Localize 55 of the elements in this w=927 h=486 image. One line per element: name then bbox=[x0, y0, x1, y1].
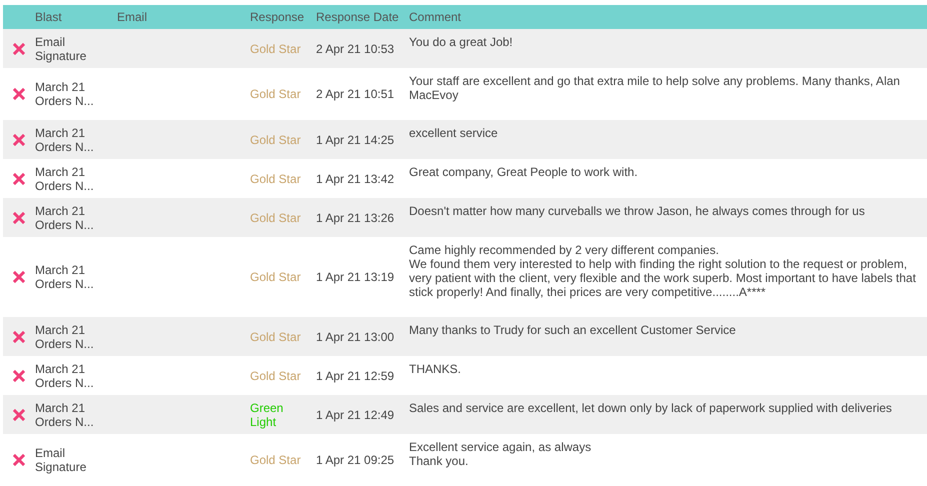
delete-icon[interactable] bbox=[13, 88, 25, 100]
column-header: Response Date bbox=[316, 10, 400, 24]
table-cell-text: March 21 Orders N... bbox=[35, 80, 95, 108]
column-header: Comment bbox=[409, 10, 462, 24]
response-label: Gold Star bbox=[250, 368, 302, 382]
table-cell-text: 1 Apr 21 13:00 bbox=[316, 330, 396, 344]
table-cell-text: March 21 Orders N... bbox=[35, 204, 95, 232]
table-cell-text: March 21 Orders N... bbox=[35, 362, 95, 390]
table-cell-text: 1 Apr 21 12:59 bbox=[316, 368, 396, 382]
response-label: Gold Star bbox=[250, 330, 302, 344]
response-label: Gold Star bbox=[250, 87, 302, 101]
response-label: Gold Star bbox=[250, 42, 302, 56]
table-cell-text: March 21 Orders N... bbox=[35, 322, 95, 350]
table-cell-text: 1 Apr 21 14:25 bbox=[316, 132, 396, 146]
comment-text: Sales and service are excellent, let down only by lack of paperwork supplied with deliveries bbox=[409, 400, 893, 417]
table-cell-text: 2 Apr 21 10:53 bbox=[316, 42, 396, 56]
delete-icon[interactable] bbox=[13, 454, 25, 466]
table-cell-text: March 21 Orders N... bbox=[35, 164, 95, 192]
table-cell-text: 1 Apr 21 13:26 bbox=[316, 210, 396, 224]
table-cell-text: 2 Apr 21 10:51 bbox=[316, 87, 396, 101]
delete-icon[interactable] bbox=[13, 134, 25, 146]
response-label: Gold Star bbox=[250, 132, 302, 146]
table-cell-text: Email Signature bbox=[35, 446, 88, 474]
comment-text: You do a great Job! bbox=[409, 34, 514, 51]
comment-text: excellent service bbox=[409, 125, 499, 142]
comment-text: Many thanks to Trudy for such an excellent Customer Service bbox=[409, 322, 737, 339]
table-cell-text: Email Signature bbox=[35, 34, 88, 62]
delete-icon[interactable] bbox=[13, 42, 25, 54]
table-cell-text: 1 Apr 21 13:19 bbox=[316, 270, 396, 284]
delete-icon[interactable] bbox=[13, 271, 25, 283]
response-label: Gold Star bbox=[250, 270, 302, 284]
response-label: Gold Star bbox=[250, 172, 302, 186]
delete-icon[interactable] bbox=[13, 212, 25, 224]
comment-text: Your staff are excellent and go that extra mile to help solve any problems. Many thanks, Alan MacEvoy bbox=[409, 73, 901, 104]
response-label: Gold Star bbox=[250, 210, 302, 224]
table-cell-text: March 21 Orders N... bbox=[35, 126, 95, 154]
delete-icon[interactable] bbox=[13, 408, 25, 420]
table-cell-text: 1 Apr 21 13:42 bbox=[316, 172, 396, 186]
delete-icon[interactable] bbox=[13, 172, 25, 184]
comment-text: Great company, Great People to work with. bbox=[409, 164, 639, 181]
column-header: Email bbox=[117, 10, 148, 24]
comment-text: Doesn't matter how many curveballs we throw Jason, he always comes through for us bbox=[409, 203, 866, 220]
column-header: Response bbox=[250, 10, 306, 24]
delete-icon[interactable] bbox=[13, 370, 25, 382]
response-label: Gold Star bbox=[250, 453, 302, 467]
table-cell-text: March 21 Orders N... bbox=[35, 400, 95, 428]
comment-text: THANKS. bbox=[409, 361, 462, 378]
column-header: Blast bbox=[35, 10, 63, 24]
response-label: Green Light bbox=[250, 400, 284, 428]
table-cell-text: 1 Apr 21 09:25 bbox=[316, 453, 396, 467]
table-cell-text: 1 Apr 21 12:49 bbox=[316, 408, 396, 422]
table-cell-text: March 21 Orders N... bbox=[35, 263, 95, 291]
comment-text: Excellent service again, as always Thank you. bbox=[409, 439, 592, 470]
comment-text: Came highly recommended by 2 very different companies. We found them very interested to help with finding the right solution to the request or problem, very patient with the client, very flexible and the work superb. Most important to have labels that stick properly! And finally, thei prices are very competitive........A**** bbox=[409, 242, 917, 301]
delete-icon[interactable] bbox=[13, 330, 25, 342]
